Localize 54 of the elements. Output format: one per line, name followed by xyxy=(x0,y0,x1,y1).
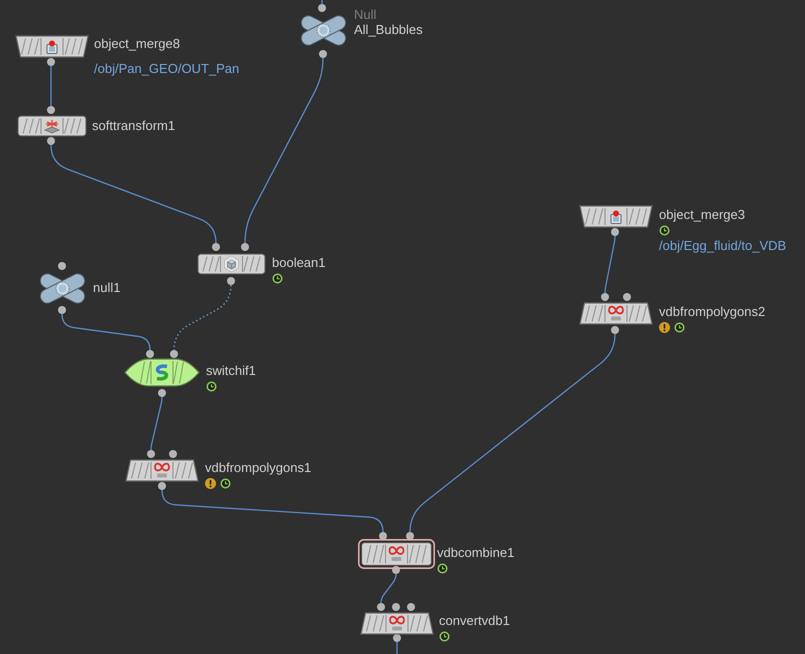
node-body[interactable] xyxy=(578,204,652,228)
output-connector[interactable] xyxy=(47,58,55,66)
infinity-icon xyxy=(388,546,404,561)
input-connector[interactable] xyxy=(58,262,66,270)
output-connector[interactable] xyxy=(611,326,619,334)
starburst-icon xyxy=(43,118,60,133)
input-connector[interactable] xyxy=(241,243,249,251)
input-connector[interactable] xyxy=(147,450,155,458)
node-path-link[interactable]: /obj/Pan_GEO/OUT_Pan xyxy=(94,61,240,77)
node-name: All_Bubbles xyxy=(354,22,423,38)
node-body[interactable] xyxy=(360,612,434,634)
node-name: vdbfrompolygons1 xyxy=(205,460,312,476)
input-connector[interactable] xyxy=(47,106,55,114)
node-body[interactable] xyxy=(14,34,88,58)
input-connector[interactable] xyxy=(169,450,177,458)
swirl-icon xyxy=(155,364,168,380)
output-connector[interactable] xyxy=(319,50,327,58)
node-path-link[interactable]: /obj/Egg_fluid/to_VDB xyxy=(659,238,786,254)
input-connector[interactable] xyxy=(146,350,154,358)
output-connector[interactable] xyxy=(58,306,66,314)
ring-icon xyxy=(54,280,70,296)
infinity-icon xyxy=(388,615,404,630)
output-connector[interactable] xyxy=(158,482,166,490)
node-body[interactable] xyxy=(124,358,200,386)
node-name: object_merge8 xyxy=(94,36,180,52)
node-name: convertvdb1 xyxy=(439,613,510,629)
node-body[interactable] xyxy=(578,302,652,324)
output-connector[interactable] xyxy=(47,137,55,145)
node-body[interactable] xyxy=(358,539,435,569)
output-connector[interactable] xyxy=(227,277,235,285)
node-name: softtransform1 xyxy=(92,118,176,134)
infinity-icon xyxy=(608,305,624,320)
cube-icon xyxy=(224,254,238,272)
infinity-icon xyxy=(154,462,170,477)
input-connector[interactable] xyxy=(170,350,178,358)
box-with-dot-icon xyxy=(610,210,621,224)
node-name: boolean1 xyxy=(272,255,326,271)
input-connector[interactable] xyxy=(601,293,609,301)
node-type-label: Null xyxy=(354,8,376,22)
box-with-dot-icon xyxy=(46,40,57,54)
output-connector[interactable] xyxy=(158,389,166,397)
node-body[interactable] xyxy=(16,114,86,136)
node-name: vdbcombine1 xyxy=(437,545,514,561)
node-body[interactable] xyxy=(196,252,266,274)
node-name: object_merge3 xyxy=(659,207,745,223)
node-body[interactable] xyxy=(124,458,198,482)
input-connector[interactable] xyxy=(623,293,631,301)
output-connector[interactable] xyxy=(611,228,619,236)
ring-icon xyxy=(316,22,330,38)
node-name: vdbfrompolygons2 xyxy=(659,304,766,320)
input-connector[interactable] xyxy=(318,4,326,12)
node-name: switchif1 xyxy=(206,363,256,379)
input-connector[interactable] xyxy=(212,243,220,251)
node-name: null1 xyxy=(93,280,120,296)
